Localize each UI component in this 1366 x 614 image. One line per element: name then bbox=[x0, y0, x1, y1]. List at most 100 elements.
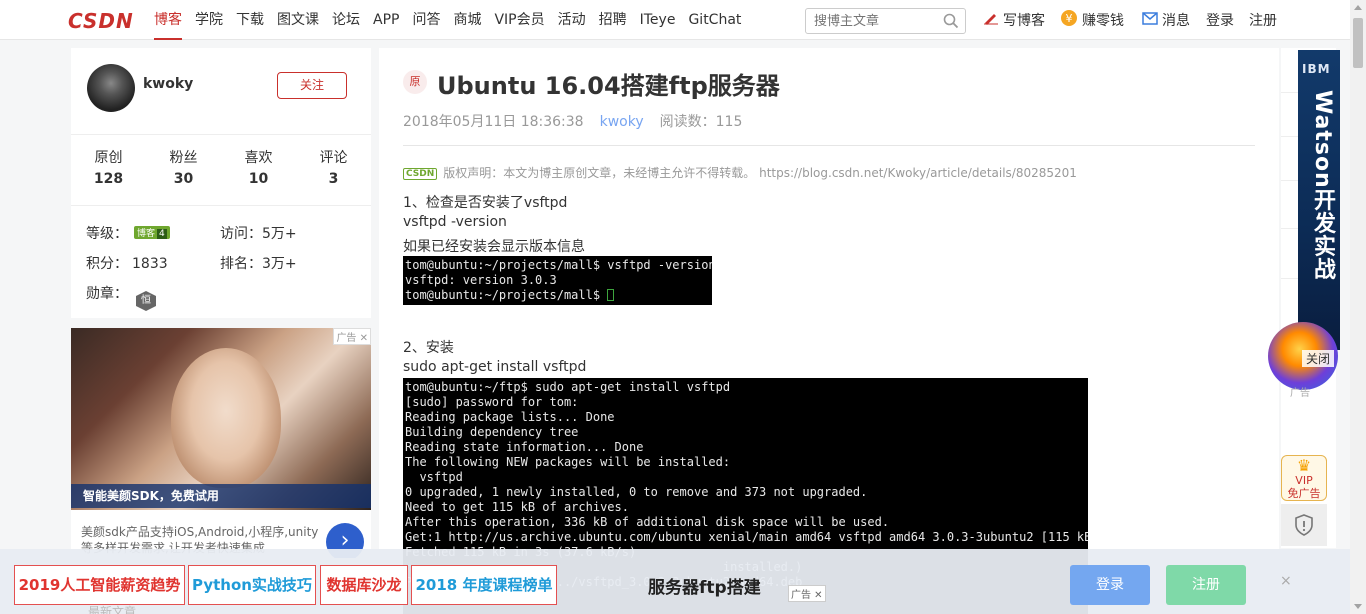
promo-close-button[interactable]: 关闭 bbox=[1302, 350, 1335, 367]
rank-value: 3万+ bbox=[262, 256, 297, 272]
article-date: 2018年05月11日 18:36:38 bbox=[403, 114, 584, 130]
ibm-watson-ad[interactable]: IBM Watson开发实战 bbox=[1298, 50, 1340, 350]
messages-link[interactable]: 消息 bbox=[1142, 0, 1190, 40]
level-label: 等级： bbox=[86, 226, 128, 242]
bottom-login-bar: 最新文章 2019人工智能薪资趋势 Python实战技巧 数据库沙龙 2018 … bbox=[0, 549, 1350, 614]
article-reads: 阅读数：115 bbox=[659, 114, 743, 130]
ad-tag-text: 广告 bbox=[336, 333, 357, 344]
earn-money-label: 赚零钱 bbox=[1082, 13, 1124, 29]
vertical-scrollbar[interactable] bbox=[1350, 0, 1366, 614]
tag-ai-salary[interactable]: 2019人工智能薪资趋势 bbox=[14, 565, 185, 605]
main-nav: 博客 学院 下载 图文课 论坛 APP 问答 商城 VIP会员 活动 招聘 IT… bbox=[154, 0, 754, 40]
medal-row: 勋章： 恒 bbox=[86, 283, 156, 311]
tag-python-tips[interactable]: Python实战技巧 bbox=[188, 565, 316, 605]
step2-heading: 2、安装 bbox=[403, 340, 454, 356]
search-icon[interactable] bbox=[943, 13, 959, 33]
points-label: 积分： bbox=[86, 256, 128, 272]
nav-item-forum[interactable]: 论坛 bbox=[332, 0, 360, 40]
report-button[interactable] bbox=[1281, 504, 1327, 546]
username[interactable]: kwoky bbox=[143, 76, 193, 92]
avatar[interactable] bbox=[87, 64, 135, 112]
bottom-register-button[interactable]: 注册 bbox=[1166, 565, 1246, 605]
vip-no-ads-button[interactable]: ♛ VIP 免广告 bbox=[1281, 455, 1327, 501]
earn-money-link[interactable]: ¥ 赚零钱 bbox=[1060, 0, 1124, 40]
visits-row: 访问：5万+ bbox=[220, 223, 297, 243]
stat-likes[interactable]: 喜欢 10 bbox=[221, 135, 296, 205]
step1-note: 如果已经安装会显示版本信息 bbox=[403, 239, 585, 255]
login-link[interactable]: 登录 bbox=[1206, 0, 1234, 40]
nav-item-academy[interactable]: 学院 bbox=[195, 0, 223, 40]
follow-button[interactable]: 关注 bbox=[277, 72, 347, 99]
medal-icon[interactable]: 恒 bbox=[136, 291, 156, 311]
nav-item-blog[interactable]: 博客 bbox=[154, 0, 182, 40]
level-badge-text: 博客 bbox=[137, 229, 156, 239]
coin-icon: ¥ bbox=[1060, 9, 1078, 31]
stat-label: 原创 bbox=[94, 150, 123, 166]
stat-original[interactable]: 原创 128 bbox=[71, 135, 146, 205]
stat-comments[interactable]: 评论 3 bbox=[296, 135, 371, 205]
nav-item-qa[interactable]: 问答 bbox=[412, 0, 440, 40]
level-badge[interactable]: 博客 4 bbox=[134, 226, 170, 239]
medal-label: 勋章： bbox=[86, 286, 128, 302]
visits-value: 5万+ bbox=[262, 226, 297, 242]
tag-db-salon[interactable]: 数据库沙龙 bbox=[320, 565, 408, 605]
scroll-down-icon[interactable] bbox=[1354, 604, 1362, 609]
nav-item-gitchat[interactable]: GitChat bbox=[688, 0, 741, 40]
level-row: 等级： 博客 4 bbox=[86, 223, 170, 243]
stat-value: 10 bbox=[248, 171, 269, 187]
scroll-up-icon[interactable] bbox=[1354, 5, 1362, 10]
step2-command: sudo apt-get install vsftpd bbox=[403, 359, 587, 375]
nav-item-download[interactable]: 下载 bbox=[236, 0, 264, 40]
stat-label: 粉丝 bbox=[169, 150, 198, 166]
article: 原 Ubuntu 16.04搭建ftp服务器 2018年05月11日 18:36… bbox=[379, 48, 1279, 614]
nav-item-mall[interactable]: 商城 bbox=[453, 0, 481, 40]
stat-label: 喜欢 bbox=[244, 150, 273, 166]
profile-stats: 原创 128 粉丝 30 喜欢 10 评论 3 bbox=[71, 134, 371, 206]
terminal-text: tom@ubuntu:~/projects/mall$ vsftpd -vers… bbox=[405, 258, 712, 302]
cursor-icon bbox=[607, 289, 615, 301]
ibm-ad-text: Watson开发实战 bbox=[1310, 90, 1335, 281]
stat-value: 30 bbox=[173, 171, 194, 187]
stat-value: 3 bbox=[328, 171, 339, 187]
vip-label: VIP bbox=[1295, 474, 1313, 487]
rank-label: 排名： bbox=[220, 256, 262, 272]
write-blog-link[interactable]: 写博客 bbox=[983, 0, 1045, 40]
register-link[interactable]: 注册 bbox=[1249, 0, 1277, 40]
messages-label: 消息 bbox=[1162, 13, 1190, 29]
copyright-text: 版权声明：本文为博主原创文章，未经博主允许不得转载。 https://blog.… bbox=[443, 166, 1077, 180]
article-author[interactable]: kwoky bbox=[600, 114, 644, 130]
visits-label: 访问： bbox=[220, 226, 262, 242]
profile-card: kwoky 关注 原创 128 粉丝 30 喜欢 10 评论 3 等级： 博客 4 … bbox=[71, 48, 371, 318]
search-box bbox=[805, 8, 966, 34]
nav-item-vip[interactable]: VIP会员 bbox=[494, 0, 544, 40]
ad-image bbox=[71, 328, 371, 510]
bottom-ad-tag[interactable]: 广告 ✕ bbox=[788, 585, 826, 602]
ad-caption: 智能美颜SDK，免费试用 bbox=[71, 484, 371, 508]
search-input[interactable] bbox=[806, 9, 936, 33]
csdn-cert-icon: CSDN bbox=[403, 168, 438, 180]
ad-tag[interactable]: 广告 ✕ bbox=[333, 328, 371, 345]
csdn-logo[interactable]: CSDN bbox=[68, 9, 134, 33]
step1-command: vsftpd -version bbox=[403, 214, 507, 230]
envelope-icon bbox=[1142, 11, 1158, 29]
points-row: 积分： 1833 bbox=[86, 253, 168, 273]
nav-item-jobs[interactable]: 招聘 bbox=[599, 0, 627, 40]
nav-item-courses[interactable]: 图文课 bbox=[277, 0, 319, 40]
stat-fans[interactable]: 粉丝 30 bbox=[146, 135, 221, 205]
nav-item-events[interactable]: 活动 bbox=[558, 0, 586, 40]
close-icon[interactable]: × bbox=[1280, 573, 1292, 589]
bottom-login-button[interactable]: 登录 bbox=[1070, 565, 1150, 605]
original-badge: 原 bbox=[403, 70, 427, 94]
sidebar-ad[interactable]: 广告 ✕ 智能美颜SDK，免费试用 美颜sdk产品支持iOS,Android,小… bbox=[71, 328, 371, 558]
tag-course-ranking[interactable]: 2018 年度课程榜单 bbox=[411, 565, 557, 605]
nav-item-app[interactable]: APP bbox=[373, 0, 399, 40]
article-meta: 2018年05月11日 18:36:38 kwoky 阅读数：115 bbox=[403, 111, 742, 131]
rank-row: 排名：3万+ bbox=[220, 253, 297, 273]
scrollbar-thumb[interactable] bbox=[1353, 18, 1363, 68]
ad-face bbox=[171, 348, 281, 488]
terminal-screenshot-1: tom@ubuntu:~/projects/mall$ vsftpd -vers… bbox=[403, 256, 712, 305]
nav-item-iteye[interactable]: ITeye bbox=[640, 0, 676, 40]
svg-text:¥: ¥ bbox=[1066, 12, 1073, 25]
promo-ad-tag: 广告 bbox=[1290, 388, 1310, 399]
bottom-bar-title[interactable]: 服务器ftp搭建 bbox=[648, 573, 761, 598]
